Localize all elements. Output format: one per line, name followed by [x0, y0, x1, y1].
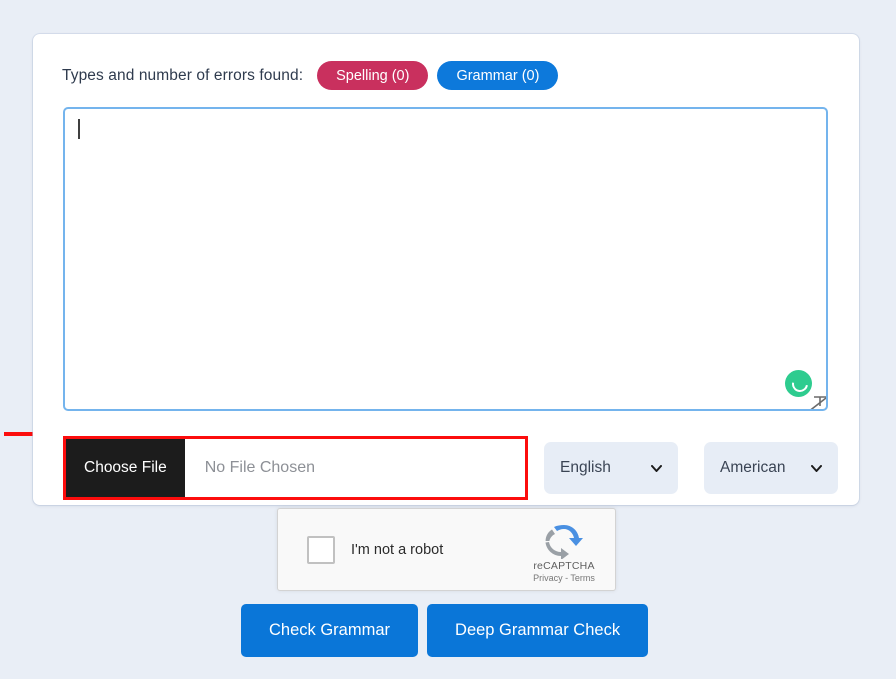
chevron-down-icon	[811, 465, 822, 472]
check-grammar-button[interactable]: Check Grammar	[241, 604, 419, 657]
choose-file-button[interactable]: Choose File	[66, 439, 185, 497]
recaptcha-privacy-terms-links[interactable]: Privacy - Terms	[525, 573, 603, 583]
status-badge-spelling[interactable]: Spelling (0)	[317, 61, 429, 90]
chevron-down-icon	[651, 465, 662, 472]
grammar-checker-card: Types and number of errors found: Spelli…	[33, 34, 859, 505]
upload-and-language-controls: Choose File No File Chosen English Ameri…	[63, 436, 838, 500]
text-editor-input[interactable]	[63, 107, 828, 411]
deep-grammar-check-button[interactable]: Deep Grammar Check	[427, 604, 649, 657]
loading-spinner-icon[interactable]	[785, 370, 812, 397]
recaptcha-branding: reCAPTCHA Privacy - Terms	[525, 521, 603, 583]
action-buttons: Check Grammar Deep Grammar Check	[241, 604, 649, 657]
variant-select-value: American	[720, 459, 786, 476]
variant-select[interactable]: American	[704, 442, 838, 494]
status-badge-grammar[interactable]: Grammar (0)	[437, 61, 559, 90]
editor-container	[63, 107, 828, 411]
recaptcha-widget: I'm not a robot reCAPTCHA Privacy - Term…	[277, 508, 616, 591]
recaptcha-logo-icon	[545, 525, 583, 559]
errors-summary-label: Types and number of errors found:	[62, 66, 304, 84]
errors-summary: Types and number of errors found: Spelli…	[62, 61, 559, 90]
recaptcha-label: I'm not a robot	[351, 541, 444, 558]
language-select-value: English	[560, 459, 611, 476]
file-upload-input[interactable]: Choose File No File Chosen	[63, 436, 528, 500]
text-caret	[78, 119, 80, 139]
language-select[interactable]: English	[544, 442, 678, 494]
recaptcha-checkbox[interactable]	[307, 535, 335, 564]
file-name-label: No File Chosen	[204, 459, 315, 476]
recaptcha-brand-name: reCAPTCHA	[533, 560, 595, 572]
